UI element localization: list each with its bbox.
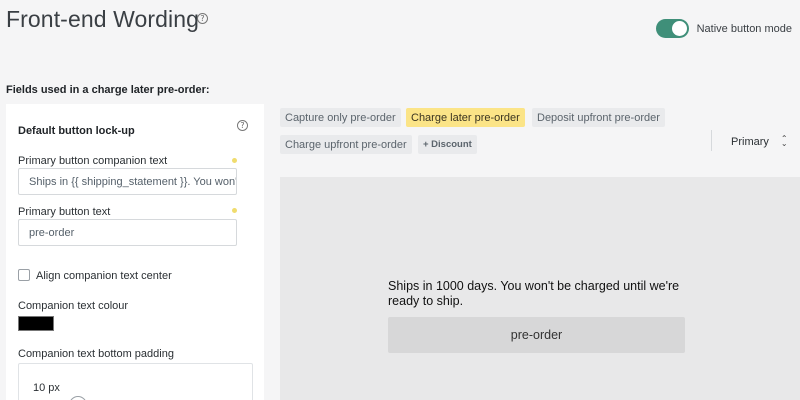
required-dot	[232, 158, 237, 163]
native-button-mode-toggle[interactable]	[655, 19, 689, 38]
preview-companion-text: Ships in 1000 days. You won't be charged…	[388, 279, 680, 308]
button-style-value: Primary	[731, 135, 769, 148]
chevron-updown-icon: ⌃ ⌄	[780, 134, 788, 148]
section-label: Fields used in a charge later pre-order:	[6, 84, 210, 96]
settings-panel: Default button lock-up ? Primary button …	[6, 104, 264, 400]
add-discount-button[interactable]: + Discount	[418, 135, 477, 154]
preview-preorder-button[interactable]: pre-order	[388, 317, 685, 353]
padding-control: 10 px	[18, 363, 253, 400]
align-center-checkbox[interactable]	[18, 269, 30, 281]
padding-slider-thumb[interactable]	[69, 396, 87, 400]
page-title: Front-end Wording	[6, 6, 200, 32]
companion-text-label: Primary button companion text	[18, 155, 168, 167]
native-button-mode-label: Native button mode	[696, 22, 792, 35]
question-circle-icon[interactable]: ?	[197, 13, 208, 24]
colour-swatch[interactable]	[18, 316, 54, 331]
companion-text-input[interactable]: Ships in {{ shipping_statement }}. You w…	[18, 168, 237, 195]
colour-label: Companion text colour	[18, 300, 129, 312]
button-text-label: Primary button text	[18, 206, 111, 218]
divider	[711, 130, 712, 151]
button-preview-area: Ships in 1000 days. You won't be charged…	[280, 177, 800, 400]
panel-heading: Default button lock-up	[18, 125, 135, 137]
align-center-label: Align companion text center	[36, 270, 172, 282]
required-dot	[232, 208, 237, 213]
button-style-select[interactable]: Primary ⌃ ⌄	[731, 135, 788, 148]
toggle-knob	[671, 21, 687, 36]
question-circle-icon[interactable]: ?	[237, 120, 248, 131]
button-text-input[interactable]: pre-order	[18, 219, 237, 246]
padding-value: 10 px	[33, 382, 60, 394]
tab-deposit-upfront[interactable]: Deposit upfront pre-order	[532, 108, 665, 127]
padding-label: Companion text bottom padding	[18, 348, 174, 360]
tab-charge-upfront[interactable]: Charge upfront pre-order	[280, 135, 412, 154]
tab-charge-later[interactable]: Charge later pre-order	[406, 108, 525, 127]
tab-capture-only[interactable]: Capture only pre-order	[280, 108, 401, 127]
native-button-mode-toggle-group: Native button mode	[655, 19, 792, 38]
